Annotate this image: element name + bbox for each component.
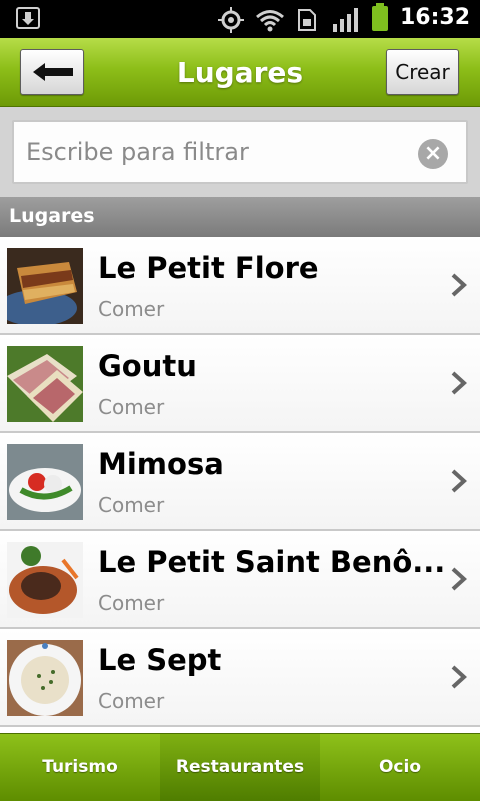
tab-ocio[interactable]: Ocio [320,734,480,801]
place-category: Comer [98,395,165,419]
battery-icon [372,3,388,31]
places-list: Le Petit Flore Comer Goutu Comer Mimosa … [0,237,480,727]
place-name: Le Petit Flore [98,251,319,285]
place-thumbnail [7,542,83,618]
section-label: Lugares [9,205,95,227]
place-category: Comer [98,591,165,615]
chevron-right-icon [451,371,467,395]
place-name: Le Sept [98,643,222,677]
place-name: Mimosa [98,447,224,481]
place-category: Comer [98,297,165,321]
tab-turismo[interactable]: Turismo [0,734,160,801]
create-button[interactable]: Crear [386,49,459,95]
chevron-right-icon [451,665,467,689]
place-category: Comer [98,493,165,517]
place-name: Le Petit Saint Benô... [98,545,446,579]
action-bar: Lugares Crear [0,38,480,107]
place-name: Goutu [98,349,197,383]
place-thumbnail [7,248,83,324]
list-item[interactable]: Goutu Comer [0,335,480,433]
list-item[interactable]: Mimosa Comer [0,433,480,531]
tab-restaurantes[interactable]: Restaurantes [160,734,320,801]
list-item[interactable]: Le Petit Flore Comer [0,237,480,335]
place-thumbnail [7,444,83,520]
search-bar: × [0,107,480,197]
filter-input[interactable] [26,122,406,182]
download-notification-icon [16,7,40,29]
search-box: × [12,120,468,184]
clock: 16:32 [399,5,470,30]
wifi-icon [256,10,284,32]
place-thumbnail [7,640,83,716]
chevron-right-icon [451,273,467,297]
section-header: Lugares [0,197,480,237]
place-category: Comer [98,689,165,713]
chevron-right-icon [451,567,467,591]
list-item[interactable]: Le Sept Comer [0,629,480,727]
gps-icon [218,7,244,33]
chevron-right-icon [451,469,467,493]
signal-icon [333,8,358,32]
bottom-tab-bar: Turismo Restaurantes Ocio [0,733,480,801]
list-item[interactable]: Le Petit Saint Benô... Comer [0,531,480,629]
status-bar: 16:32 [0,0,480,38]
place-thumbnail [7,346,83,422]
sim-icon [298,9,316,31]
clear-icon[interactable]: × [418,139,448,169]
